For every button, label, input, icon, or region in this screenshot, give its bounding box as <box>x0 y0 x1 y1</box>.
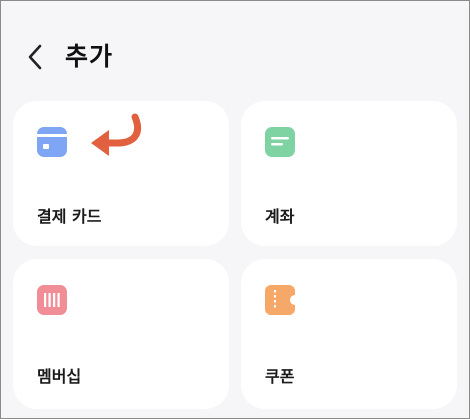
card-label: 결제 카드 <box>37 207 102 226</box>
page-title: 추가 <box>65 42 114 71</box>
membership-tile[interactable]: 멤버십 <box>13 259 229 409</box>
account-label: 계좌 <box>265 207 295 226</box>
coupon-tile[interactable]: 쿠폰 <box>241 259 457 409</box>
screen: 추가 결제 카드 계좌 멤버십 쿠폰 <box>0 0 470 419</box>
membership-label: 멤버십 <box>37 367 82 386</box>
account-tile[interactable]: 계좌 <box>241 101 457 246</box>
coupon-icon <box>264 284 296 316</box>
curved-arrow-icon <box>91 113 142 156</box>
back-button[interactable] <box>23 41 51 73</box>
chevron-left-icon <box>28 44 42 70</box>
header: 추가 <box>1 31 469 83</box>
account-icon <box>264 126 296 158</box>
card-icon <box>36 126 68 158</box>
coupon-label: 쿠폰 <box>265 367 295 386</box>
membership-barcode-icon <box>36 284 68 316</box>
